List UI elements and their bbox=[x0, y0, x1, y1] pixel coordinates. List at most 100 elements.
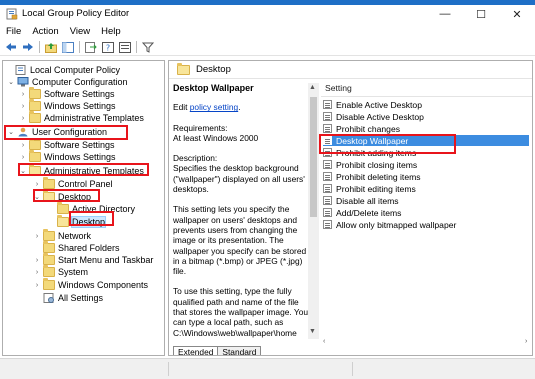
chevron-right-icon[interactable]: › bbox=[33, 233, 41, 240]
chevron-right-icon[interactable]: › bbox=[33, 181, 41, 188]
tree-user-configuration[interactable]: ⌄ User Configuration bbox=[7, 126, 107, 138]
chevron-down-icon[interactable]: ⌄ bbox=[19, 167, 27, 175]
tree-all-settings[interactable]: All Settings bbox=[33, 292, 103, 304]
setting-icon bbox=[323, 208, 332, 217]
export-list-icon[interactable] bbox=[84, 41, 97, 54]
scroll-right-icon[interactable]: › bbox=[525, 338, 527, 345]
tab-extended[interactable]: Extended bbox=[173, 346, 219, 355]
tree-windows-components[interactable]: › Windows Components bbox=[33, 278, 148, 291]
chevron-right-icon[interactable]: › bbox=[19, 103, 27, 110]
computer-icon bbox=[17, 77, 29, 87]
open-folder-icon bbox=[177, 62, 190, 75]
setting-icon bbox=[323, 124, 332, 133]
folder-icon bbox=[57, 202, 69, 214]
chevron-right-icon[interactable]: › bbox=[33, 269, 41, 276]
tree-desktop-subfolder[interactable]: Desktop bbox=[47, 215, 107, 228]
tree-system[interactable]: › System bbox=[33, 265, 88, 278]
open-folder-icon bbox=[43, 190, 55, 202]
folder-icon bbox=[43, 177, 55, 189]
tree-cc-administrative-templates[interactable]: › Administrative Templates bbox=[19, 111, 144, 124]
setting-item[interactable]: Prohibit editing items bbox=[323, 183, 529, 194]
toolbar-separator bbox=[136, 41, 137, 53]
scroll-down-icon[interactable]: ▼ bbox=[309, 328, 316, 335]
up-folder-icon[interactable] bbox=[44, 41, 57, 54]
folder-icon bbox=[43, 265, 55, 277]
back-arrow-icon[interactable] bbox=[4, 41, 17, 54]
tab-standard[interactable]: Standard bbox=[217, 346, 262, 355]
forward-arrow-icon[interactable] bbox=[21, 41, 34, 54]
setting-item[interactable]: Allow only bitmapped wallpaper bbox=[323, 219, 529, 230]
setting-item-selected[interactable]: Desktop Wallpaper bbox=[323, 135, 529, 146]
menu-help[interactable]: Help bbox=[101, 26, 121, 37]
setting-icon bbox=[323, 184, 332, 193]
show-tree-icon[interactable] bbox=[61, 41, 74, 54]
setting-icon bbox=[323, 160, 332, 169]
setting-icon bbox=[323, 136, 332, 145]
tree-network[interactable]: › Network bbox=[33, 229, 91, 242]
description-scrollbar[interactable]: ▲ ▼ bbox=[308, 83, 319, 339]
description-heading: Desktop Wallpaper bbox=[173, 83, 254, 93]
close-button[interactable]: ✕ bbox=[499, 5, 535, 23]
minimize-button[interactable]: — bbox=[427, 5, 463, 23]
tree-root[interactable]: Local Computer Policy bbox=[5, 64, 120, 76]
chevron-right-icon[interactable]: › bbox=[33, 257, 41, 264]
setting-item[interactable]: Disable all items bbox=[323, 195, 529, 206]
chevron-right-icon[interactable]: › bbox=[19, 142, 27, 149]
details-header: Desktop bbox=[169, 61, 532, 79]
setting-item[interactable]: Disable Active Desktop bbox=[323, 111, 529, 122]
setting-item[interactable]: Add/Delete items bbox=[323, 207, 529, 218]
tree-uc-windows-settings[interactable]: › Windows Settings bbox=[19, 150, 116, 163]
menu-file[interactable]: File bbox=[6, 26, 21, 37]
chevron-down-icon[interactable]: ⌄ bbox=[33, 193, 41, 201]
description-block: Description: Specifies the desktop backg… bbox=[173, 153, 305, 195]
tree-start-menu-taskbar[interactable]: › Start Menu and Taskbar bbox=[33, 253, 153, 266]
menu-bar: File Action View Help bbox=[0, 24, 535, 38]
folder-icon bbox=[29, 138, 41, 150]
details-header-title: Desktop bbox=[196, 64, 231, 75]
chevron-down-icon[interactable]: ⌄ bbox=[7, 128, 15, 136]
requirements: Requirements: At least Windows 2000 bbox=[173, 122, 259, 143]
folder-icon bbox=[29, 99, 41, 111]
column-header-setting[interactable]: Setting bbox=[325, 83, 352, 93]
tree-uc-administrative-templates[interactable]: ⌄ Administrative Templates bbox=[19, 164, 144, 177]
menu-view[interactable]: View bbox=[70, 26, 90, 37]
title-bar[interactable]: Local Group Policy Editor — ☐ ✕ bbox=[0, 5, 535, 23]
toolbar-separator bbox=[79, 41, 80, 53]
status-divider bbox=[168, 362, 169, 376]
policy-setting-link[interactable]: policy setting bbox=[190, 102, 238, 112]
scroll-left-icon[interactable]: ‹ bbox=[323, 338, 325, 345]
scroll-up-icon[interactable]: ▲ bbox=[309, 84, 316, 91]
folder-icon bbox=[29, 150, 41, 162]
folder-icon bbox=[43, 278, 55, 290]
scroll-thumb[interactable] bbox=[310, 97, 317, 217]
setting-item[interactable]: Enable Active Desktop bbox=[323, 99, 529, 110]
setting-icon bbox=[323, 220, 332, 229]
chevron-down-icon[interactable]: ⌄ bbox=[7, 78, 15, 86]
edit-line: Edit policy setting. bbox=[173, 102, 241, 113]
filter-icon[interactable] bbox=[141, 41, 154, 54]
chevron-right-icon[interactable]: › bbox=[19, 115, 27, 122]
setting-icon bbox=[323, 172, 332, 181]
properties-icon[interactable] bbox=[118, 41, 131, 54]
setting-item[interactable]: Prohibit deleting items bbox=[323, 171, 529, 182]
description-paragraph-2: This setting lets you specify the wallpa… bbox=[173, 204, 307, 277]
tree-desktop[interactable]: ⌄ Desktop bbox=[33, 190, 91, 203]
maximize-button[interactable]: ☐ bbox=[463, 5, 499, 23]
tree-pane[interactable]: Local Computer Policy ⌄ Computer Configu… bbox=[2, 60, 165, 356]
settings-hscrollbar[interactable]: ‹ › bbox=[321, 338, 532, 348]
tree-control-panel[interactable]: › Control Panel bbox=[33, 177, 113, 190]
setting-item[interactable]: Prohibit changes bbox=[323, 123, 529, 134]
chevron-right-icon[interactable]: › bbox=[33, 282, 41, 289]
menu-action[interactable]: Action bbox=[32, 26, 58, 37]
setting-icon bbox=[323, 196, 332, 205]
tree-active-directory[interactable]: Active Directory bbox=[47, 202, 135, 215]
setting-item[interactable]: Prohibit closing items bbox=[323, 159, 529, 170]
help-icon[interactable]: ? bbox=[101, 41, 114, 54]
setting-item[interactable]: Prohibit adding items bbox=[323, 147, 529, 158]
tree-computer-configuration[interactable]: ⌄ Computer Configuration bbox=[7, 76, 128, 88]
open-folder-icon bbox=[57, 215, 69, 227]
details-pane: Desktop Desktop Wallpaper Edit policy se… bbox=[168, 60, 533, 356]
folder-icon bbox=[43, 253, 55, 265]
chevron-right-icon[interactable]: › bbox=[19, 154, 27, 161]
chevron-right-icon[interactable]: › bbox=[19, 91, 27, 98]
